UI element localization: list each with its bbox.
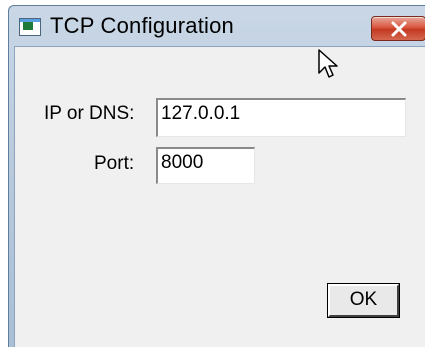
app-window-icon[interactable] — [19, 18, 41, 36]
close-icon — [391, 21, 407, 37]
close-button[interactable] — [371, 16, 425, 41]
port-label: Port: — [94, 153, 135, 174]
port-input[interactable]: 8000 — [156, 147, 255, 184]
dialog-window: TCP Configuration IP or DNS: 127.0.0.1 P… — [8, 5, 425, 347]
title-bar[interactable]: TCP Configuration — [9, 6, 425, 46]
ip-or-dns-input[interactable]: 127.0.0.1 — [156, 98, 406, 137]
dialog-client-area: IP or DNS: 127.0.0.1 Port: 8000 OK — [14, 46, 425, 347]
window-title: TCP Configuration — [50, 13, 234, 38]
mouse-cursor-icon — [318, 49, 338, 78]
ok-button[interactable]: OK — [327, 283, 400, 318]
ip-label: IP or DNS: — [44, 103, 135, 124]
screen: TCP Configuration IP or DNS: 127.0.0.1 P… — [0, 0, 425, 347]
